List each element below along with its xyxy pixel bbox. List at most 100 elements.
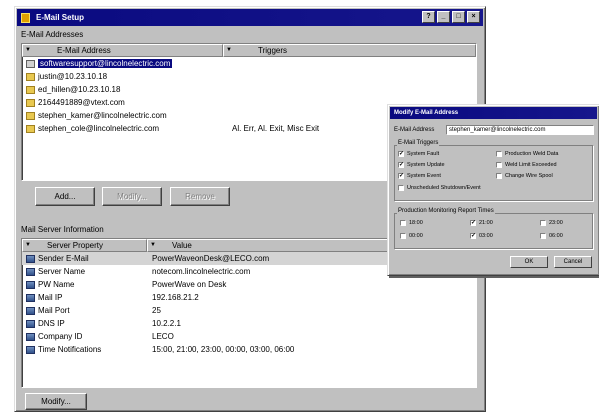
time-2100[interactable]: ✓ 21:00 <box>470 220 493 226</box>
close-button[interactable]: × <box>467 11 480 23</box>
trigger-production-weld-data[interactable]: Production Weld Data <box>496 151 558 157</box>
email-address: ed_hillen@10.23.10.18 <box>38 85 121 94</box>
modify-email-button[interactable]: Modify... <box>102 187 162 206</box>
server-row[interactable]: Mail IP 192.168.21.2 <box>22 291 476 304</box>
time-1800[interactable]: 18:00 <box>400 220 423 226</box>
server-property-icon <box>26 280 35 289</box>
envelope-icon <box>26 124 35 133</box>
server-property-icon <box>26 267 35 276</box>
server-property-icon <box>26 319 35 328</box>
window-title: E-Mail Setup <box>36 13 85 22</box>
dialog-title: Modify E-Mail Address <box>394 110 459 116</box>
server-value: 192.168.21.2 <box>152 293 199 302</box>
email-address: softwaresupport@lincolnelectric.com <box>38 59 173 68</box>
checkbox-icon <box>496 151 502 157</box>
help-button[interactable]: ? <box>422 11 435 23</box>
checkbox-checked-icon: ✓ <box>470 220 477 226</box>
server-property: DNS IP <box>38 319 65 328</box>
checkbox-checked-icon: ✓ <box>398 151 405 157</box>
email-row[interactable]: justin@10.23.10.18 <box>22 70 476 83</box>
remove-email-button[interactable]: Remove <box>170 187 230 206</box>
server-value: PowerWaveonDesk@LECO.com <box>152 254 270 263</box>
server-row[interactable]: Time Notifications 15:00, 21:00, 23:00, … <box>22 343 476 356</box>
trigger-weld-limit-exceeded[interactable]: Weld Limit Exceeded <box>496 162 557 168</box>
mail-server-label: Mail Server Information <box>21 225 104 234</box>
time-0300[interactable]: ✓ 03:00 <box>470 233 493 239</box>
server-property: Sender E-Mail <box>38 254 89 263</box>
checkbox-icon <box>496 162 502 168</box>
time-0000[interactable]: 00:00 <box>400 233 423 239</box>
email-address: stephen_cole@lincolnelectric.com <box>38 124 160 133</box>
main-titlebar[interactable]: E-Mail Setup ? _ □ × <box>17 9 483 26</box>
modify-server-button[interactable]: Modify... <box>25 393 87 410</box>
email-addresses-label: E-Mail Addresses <box>21 30 84 39</box>
add-email-button[interactable]: Add... <box>35 187 95 206</box>
server-property-icon <box>26 254 35 263</box>
checkbox-checked-icon: ✓ <box>398 173 405 179</box>
checkbox-checked-icon: ✓ <box>398 162 405 168</box>
dialog-titlebar[interactable]: Modify E-Mail Address <box>390 107 597 119</box>
trigger-change-wire-spool[interactable]: Change Wire Spool <box>496 173 553 179</box>
server-value: LECO <box>152 332 174 341</box>
server-property: PW Name <box>38 280 75 289</box>
triggers-group-label: E-Mail Triggers <box>397 140 440 146</box>
report-times-group-label: Production Monitoring Report Times <box>397 208 495 214</box>
email-triggers: Al. Err, Al. Exit, Misc Exit <box>232 124 320 133</box>
sort-arrow-icon: ▼ <box>226 47 232 53</box>
server-value: PowerWave on Desk <box>152 280 227 289</box>
email-address: justin@10.23.10.18 <box>38 72 108 81</box>
server-property-icon <box>26 293 35 302</box>
server-property: Mail Port <box>38 306 70 315</box>
server-property: Time Notifications <box>38 345 102 354</box>
server-value: 10.2.2.1 <box>152 319 181 328</box>
server-property: Server Name <box>38 267 86 276</box>
server-value: notecom.lincolnelectric.com <box>152 267 251 276</box>
trigger-system-fault[interactable]: ✓ System Fault <box>398 151 439 157</box>
checkbox-icon <box>540 233 546 239</box>
envelope-icon <box>26 85 35 94</box>
server-property: Mail IP <box>38 293 63 302</box>
server-value: 15:00, 21:00, 23:00, 00:00, 03:00, 06:00 <box>152 345 295 354</box>
trigger-unscheduled-shutdown[interactable]: Unscheduled Shutdown/Event <box>398 185 481 191</box>
email-address: 2164491889@vtext.com <box>38 98 125 107</box>
envelope-icon <box>26 72 35 81</box>
time-0600[interactable]: 06:00 <box>540 233 563 239</box>
minimize-button[interactable]: _ <box>437 11 450 23</box>
sort-arrow-icon: ▼ <box>150 242 156 248</box>
server-property-icon <box>26 306 35 315</box>
envelope-icon <box>26 111 35 120</box>
server-property-icon <box>26 332 35 341</box>
envelope-icon <box>26 98 35 107</box>
dialog-address-label: E-Mail Address <box>394 127 435 133</box>
server-row[interactable]: Company ID LECO <box>22 330 476 343</box>
server-row[interactable]: PW Name PowerWave on Desk <box>22 278 476 291</box>
email-row[interactable]: softwaresupport@lincolnelectric.com <box>22 57 476 70</box>
trigger-system-event[interactable]: ✓ System Event <box>398 173 441 179</box>
report-times-group <box>394 213 593 249</box>
maximize-button[interactable]: □ <box>452 11 465 23</box>
checkbox-icon <box>400 233 406 239</box>
checkbox-checked-icon: ✓ <box>470 233 477 239</box>
time-2300[interactable]: 23:00 <box>540 220 563 226</box>
email-address: stephen_kamer@lincolnelectric.com <box>38 111 167 120</box>
server-row[interactable]: Mail Port 25 <box>22 304 476 317</box>
server-property: Company ID <box>38 332 83 341</box>
column-server-property[interactable]: ▼ Server Property <box>22 239 147 252</box>
trigger-system-update[interactable]: ✓ System Update <box>398 162 445 168</box>
sort-arrow-icon: ▼ <box>25 242 31 248</box>
server-value: 25 <box>152 306 161 315</box>
column-email-address[interactable]: ▼ E-Mail Address <box>22 44 223 57</box>
checkbox-icon <box>496 173 502 179</box>
checkbox-icon <box>398 185 404 191</box>
email-row[interactable]: ed_hillen@10.23.10.18 <box>22 83 476 96</box>
server-property-icon <box>26 345 35 354</box>
column-triggers[interactable]: ▼ Triggers <box>223 44 476 57</box>
server-row[interactable]: DNS IP 10.2.2.1 <box>22 317 476 330</box>
dialog-cancel-button[interactable]: Cancel <box>554 256 592 268</box>
modify-email-dialog: Modify E-Mail Address E-Mail Address ste… <box>387 104 599 276</box>
app-icon <box>21 12 30 23</box>
sort-arrow-icon: ▼ <box>25 47 31 53</box>
dialog-address-input[interactable]: stephen_kamer@lincolnelectric.com <box>446 125 594 135</box>
dialog-ok-button[interactable]: OK <box>510 256 548 268</box>
envelope-open-icon <box>26 59 35 68</box>
